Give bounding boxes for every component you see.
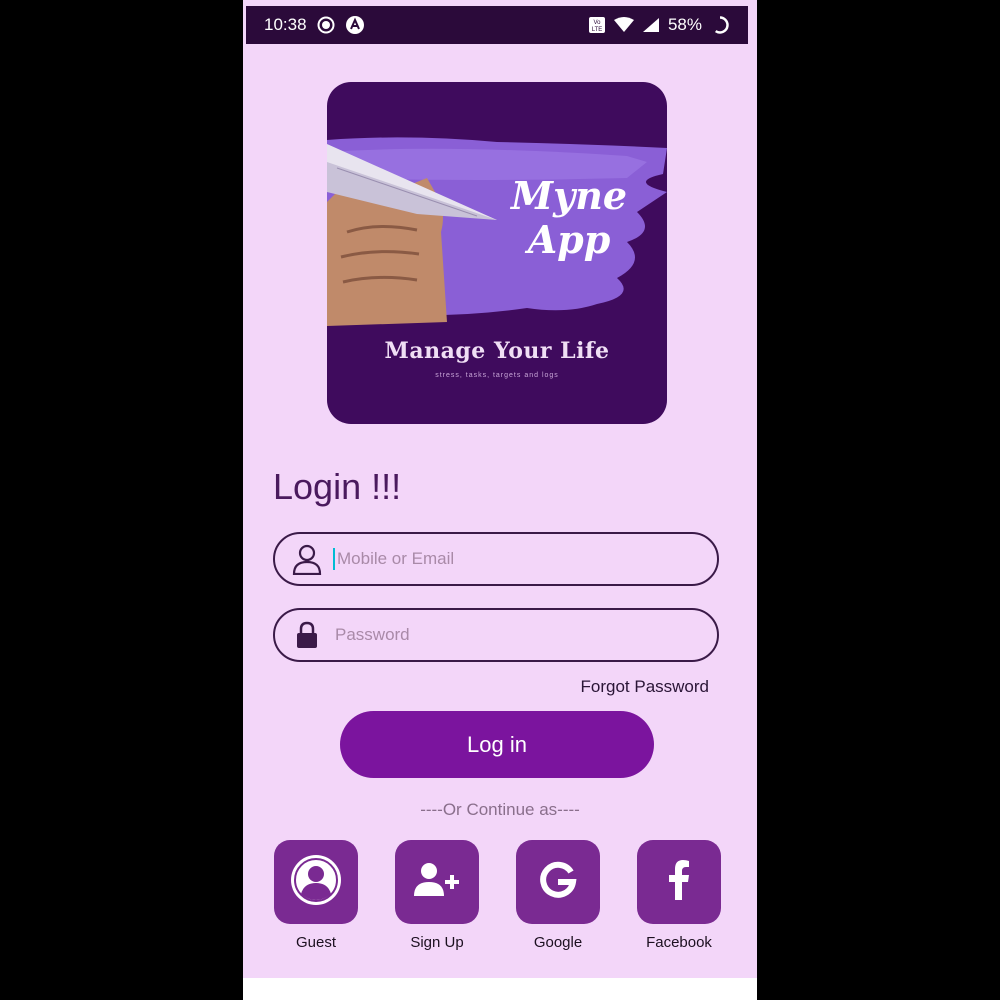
user-circle-icon [288,852,344,913]
guest-option[interactable]: Guest [273,840,359,951]
forgot-password-link[interactable]: Forgot Password [581,677,710,697]
logo-title-line2: App [527,217,611,262]
user-outline-icon [291,543,323,575]
google-option[interactable]: Google [515,840,601,951]
guest-label: Guest [295,934,337,951]
facebook-option[interactable]: Facebook [636,840,722,951]
signal-icon [642,17,660,33]
guest-button[interactable] [274,840,358,924]
user-plus-icon [412,860,462,905]
logo-tagline: Manage Your Life [384,338,610,364]
login-button[interactable]: Log in [340,711,654,778]
app-a-icon [345,15,365,35]
google-icon [538,860,578,905]
volte-icon: Vo LTE [588,16,606,34]
google-button[interactable] [516,840,600,924]
battery-icon [710,15,730,35]
email-input[interactable] [335,548,699,570]
lock-icon [291,619,323,651]
logo-subtitle: stress, tasks, targets and logs [435,372,559,379]
continue-as-divider: ----Or Continue as---- [420,800,580,819]
battery-percent: 58% [667,15,702,34]
wifi-icon [613,17,634,33]
svg-text:Vo: Vo [593,20,601,26]
password-input[interactable] [333,624,697,646]
status-time: 10:38 [264,15,307,34]
signup-label: Sign Up [410,934,464,951]
app-logo: Myne App Manage Your Life stress, tasks,… [327,82,667,424]
phone-screen: 10:38 Vo LTE 58% Myne App Manage Your Li… [243,0,757,1000]
record-icon [317,16,335,34]
login-heading: Login !!! [273,466,402,507]
logo-title: Myne App [511,174,627,262]
facebook-label: Facebook [646,934,712,951]
google-label: Google [533,934,583,951]
facebook-button[interactable] [637,840,721,924]
facebook-icon [666,859,692,905]
signup-button[interactable] [395,840,479,924]
signup-option[interactable]: Sign Up [394,840,480,951]
status-bar: 10:38 Vo LTE 58% [246,6,748,44]
navigation-bar [243,978,757,1000]
svg-text:LTE: LTE [592,27,603,33]
email-field[interactable] [273,532,719,586]
password-field[interactable] [273,608,719,662]
logo-title-line1: Myne [511,173,627,218]
